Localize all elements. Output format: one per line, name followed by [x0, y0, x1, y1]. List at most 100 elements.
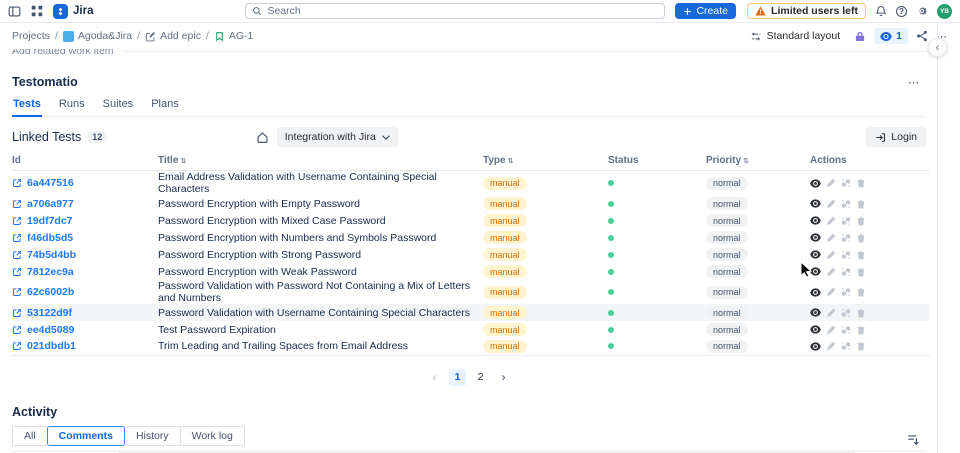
test-id-link[interactable]: a706a977: [12, 198, 158, 210]
watchers-button[interactable]: 1: [874, 28, 908, 44]
edit-action-icon[interactable]: [826, 308, 836, 318]
panel-more-button[interactable]: ⋯: [908, 76, 920, 89]
login-button[interactable]: Login: [866, 127, 926, 147]
delete-action-icon[interactable]: [856, 233, 866, 243]
view-action-icon[interactable]: [810, 199, 821, 208]
settings-gear-icon[interactable]: [916, 5, 928, 17]
breadcrumb-issue-key[interactable]: AG-1: [214, 30, 253, 42]
integration-dropdown[interactable]: Integration with Jira: [276, 127, 398, 147]
collapse-panel-button[interactable]: ‹: [928, 38, 947, 57]
user-avatar[interactable]: YB: [937, 3, 952, 19]
delete-action-icon[interactable]: [856, 178, 866, 188]
unlink-action-icon[interactable]: [841, 233, 851, 243]
table-row[interactable]: 62c6002b Password Validation with Passwo…: [12, 280, 930, 304]
column-header-title[interactable]: Title ⇅: [158, 153, 483, 171]
edit-action-icon[interactable]: [826, 216, 836, 226]
table-row[interactable]: 74b5d4bb Password Encryption with Strong…: [12, 246, 930, 263]
activity-filter-history[interactable]: History: [123, 425, 181, 446]
breadcrumb-add-epic[interactable]: Add epic: [145, 30, 201, 42]
tab-runs[interactable]: Runs: [58, 98, 86, 116]
pagination-next[interactable]: ›: [495, 369, 512, 386]
table-row[interactable]: 021dbdb1 Trim Leading and Trailing Space…: [12, 338, 930, 356]
test-id-link[interactable]: 74b5d4bb: [12, 249, 158, 261]
pagination-page-2[interactable]: 2: [472, 369, 489, 386]
delete-action-icon[interactable]: [856, 308, 866, 318]
lock-icon[interactable]: [854, 30, 866, 43]
unlink-action-icon[interactable]: [841, 267, 851, 277]
unlink-action-icon[interactable]: [841, 250, 851, 260]
unlink-action-icon[interactable]: [841, 308, 851, 318]
test-id-link[interactable]: 53122d9f: [12, 307, 158, 319]
priority-badge: normal: [706, 176, 748, 190]
limited-users-warning-button[interactable]: Limited users left: [747, 3, 866, 19]
edit-action-icon[interactable]: [826, 199, 836, 209]
test-id-link[interactable]: 021dbdb1: [12, 340, 158, 352]
test-id-link[interactable]: ee4d5089: [12, 324, 158, 336]
edit-action-icon[interactable]: [826, 325, 836, 335]
table-row[interactable]: a706a977 Password Encryption with Empty …: [12, 195, 930, 212]
unlink-action-icon[interactable]: [841, 287, 851, 297]
app-switcher-icon[interactable]: [31, 5, 43, 17]
add-related-work-item-label[interactable]: Add related work item: [12, 49, 114, 56]
jira-logo[interactable]: Jira: [53, 3, 93, 19]
table-row[interactable]: 19df7dc7 Password Encryption with Mixed …: [12, 212, 930, 229]
view-action-icon[interactable]: [810, 233, 821, 242]
unlink-action-icon[interactable]: [841, 199, 851, 209]
column-header-priority[interactable]: Priority ⇅: [706, 153, 810, 171]
create-button[interactable]: Create: [675, 3, 736, 19]
view-action-icon[interactable]: [810, 267, 821, 276]
unlink-action-icon[interactable]: [841, 325, 851, 335]
delete-action-icon[interactable]: [856, 325, 866, 335]
delete-action-icon[interactable]: [856, 341, 866, 351]
breadcrumb-project[interactable]: Agoda&Jira: [62, 30, 132, 42]
unlink-action-icon[interactable]: [841, 178, 851, 188]
delete-action-icon[interactable]: [856, 250, 866, 260]
test-id-link[interactable]: 7812ec9a: [12, 266, 158, 278]
activity-filter-work-log[interactable]: Work log: [179, 425, 245, 446]
search-input[interactable]: Search: [245, 3, 666, 19]
help-icon[interactable]: ?: [896, 5, 907, 17]
activity-filter-all[interactable]: All: [12, 425, 48, 446]
test-id-link[interactable]: 19df7dc7: [12, 215, 158, 227]
notifications-bell-icon[interactable]: [875, 5, 887, 17]
test-id-link[interactable]: 62c6002b: [12, 286, 158, 298]
edit-action-icon[interactable]: [826, 267, 836, 277]
view-action-icon[interactable]: [810, 216, 821, 225]
view-action-icon[interactable]: [810, 287, 821, 297]
activity-filter-comments[interactable]: Comments: [46, 425, 125, 446]
pagination-page-1[interactable]: 1: [449, 368, 466, 386]
edit-action-icon[interactable]: [826, 341, 836, 351]
column-header-type[interactable]: Type ⇅: [483, 153, 608, 171]
delete-action-icon[interactable]: [856, 199, 866, 209]
view-action-icon[interactable]: [810, 342, 821, 351]
unlink-action-icon[interactable]: [841, 216, 851, 226]
unlink-action-icon[interactable]: [841, 341, 851, 351]
view-action-icon[interactable]: [810, 250, 821, 259]
table-row[interactable]: ee4d5089 Test Password Expiration manual…: [12, 321, 930, 338]
share-icon[interactable]: [916, 30, 928, 42]
test-id-link[interactable]: f46db5d5: [12, 232, 158, 244]
table-row[interactable]: 6a447516 Email Address Validation with U…: [12, 171, 930, 195]
edit-action-icon[interactable]: [826, 233, 836, 243]
standard-layout-button[interactable]: Standard layout: [744, 28, 847, 44]
edit-action-icon[interactable]: [826, 178, 836, 188]
table-row[interactable]: 7812ec9a Password Encryption with Weak P…: [12, 263, 930, 280]
delete-action-icon[interactable]: [856, 267, 866, 277]
sort-order-icon[interactable]: [907, 434, 920, 446]
tab-plans[interactable]: Plans: [150, 98, 180, 116]
delete-action-icon[interactable]: [856, 287, 866, 297]
view-action-icon[interactable]: [810, 178, 821, 188]
view-action-icon[interactable]: [810, 308, 821, 317]
breadcrumb-projects[interactable]: Projects: [12, 30, 50, 42]
sidebar-toggle-icon[interactable]: [8, 5, 21, 18]
view-action-icon[interactable]: [810, 325, 821, 334]
tab-suites[interactable]: Suites: [102, 98, 135, 116]
test-id-link[interactable]: 6a447516: [12, 177, 158, 189]
edit-action-icon[interactable]: [826, 287, 836, 297]
tab-tests[interactable]: Tests: [12, 98, 42, 117]
edit-action-icon[interactable]: [826, 250, 836, 260]
table-row[interactable]: 53122d9f Password Validation with Userna…: [12, 304, 930, 321]
table-row[interactable]: f46db5d5 Password Encryption with Number…: [12, 229, 930, 246]
delete-action-icon[interactable]: [856, 216, 866, 226]
home-icon[interactable]: [256, 131, 269, 144]
